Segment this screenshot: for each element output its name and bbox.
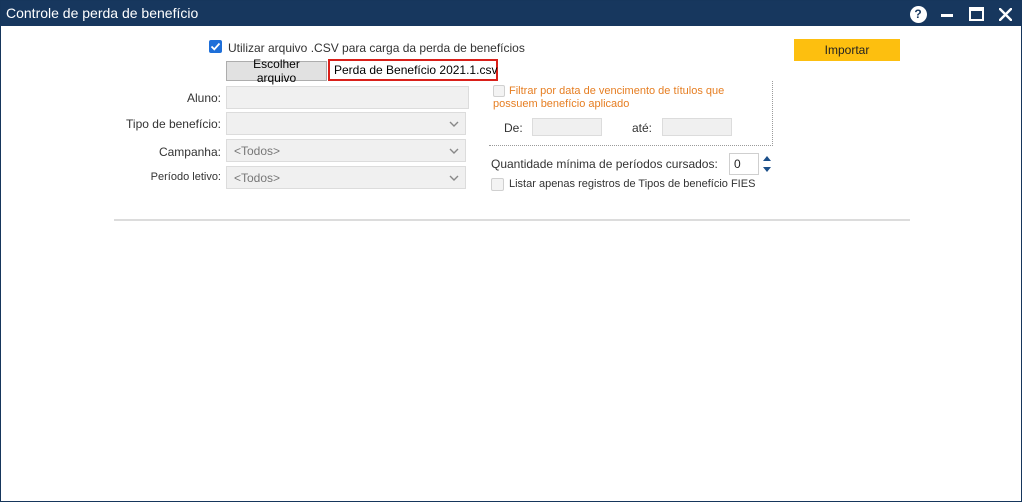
minimize-icon	[941, 13, 953, 17]
help-icon: ?	[909, 5, 927, 23]
campanha-select[interactable]: <Todos>	[226, 139, 466, 162]
checkmark-icon	[210, 42, 221, 51]
periodo-letivo-label: Período letivo:	[150, 171, 221, 183]
campanha-value: <Todos>	[234, 143, 281, 158]
choose-file-button[interactable]: Escolher arquivo	[226, 57, 327, 85]
import-button[interactable]: Importar	[794, 39, 900, 61]
chevron-down-icon	[449, 148, 459, 154]
fies-label: Listar apenas registros de Tipos de bene…	[509, 178, 756, 190]
aluno-input[interactable]	[226, 86, 469, 109]
date-from-input[interactable]	[532, 118, 602, 136]
chevron-down-icon	[449, 175, 459, 181]
help-button[interactable]: ?	[908, 4, 928, 24]
date-to-input[interactable]	[662, 118, 732, 136]
maximize-button[interactable]	[966, 4, 986, 24]
selected-file-name: Perda de Benefício 2021.1.csv	[328, 59, 498, 81]
close-icon	[998, 7, 1012, 21]
use-csv-label: Utilizar arquivo .CSV para carga da perd…	[228, 41, 525, 55]
fies-checkbox[interactable]	[491, 178, 504, 191]
date-filter-label: Filtrar por data de vencimento de título…	[493, 85, 725, 110]
min-periods-stepper[interactable]: 0	[729, 153, 759, 175]
chevron-down-icon	[449, 121, 459, 127]
min-periods-value: 0	[734, 157, 741, 171]
main-window: Controle de perda de benefício ? Utiliza…	[0, 0, 1022, 502]
periodo-letivo-select[interactable]: <Todos>	[226, 166, 466, 189]
stepper-arrows[interactable]	[761, 153, 773, 175]
date-to-label: até:	[632, 121, 653, 135]
section-divider	[114, 219, 910, 221]
use-csv-checkbox[interactable]	[209, 40, 222, 53]
tipo-beneficio-select[interactable]	[226, 112, 466, 135]
tipo-beneficio-label: Tipo de benefício:	[126, 117, 221, 131]
stepper-up-down-icon	[763, 156, 771, 172]
periodo-letivo-value: <Todos>	[234, 170, 281, 185]
campanha-label: Campanha:	[158, 145, 221, 159]
minimize-button[interactable]	[937, 4, 957, 24]
title-bar: Controle de perda de benefício ?	[1, 1, 1021, 26]
close-button[interactable]	[995, 4, 1015, 24]
maximize-icon	[968, 7, 984, 21]
aluno-label: Aluno:	[186, 91, 221, 105]
window-title: Controle de perda de benefício	[6, 5, 199, 21]
date-from-label: De:	[504, 121, 523, 135]
min-periods-label: Quantidade mínima de períodos cursados:	[491, 157, 718, 171]
